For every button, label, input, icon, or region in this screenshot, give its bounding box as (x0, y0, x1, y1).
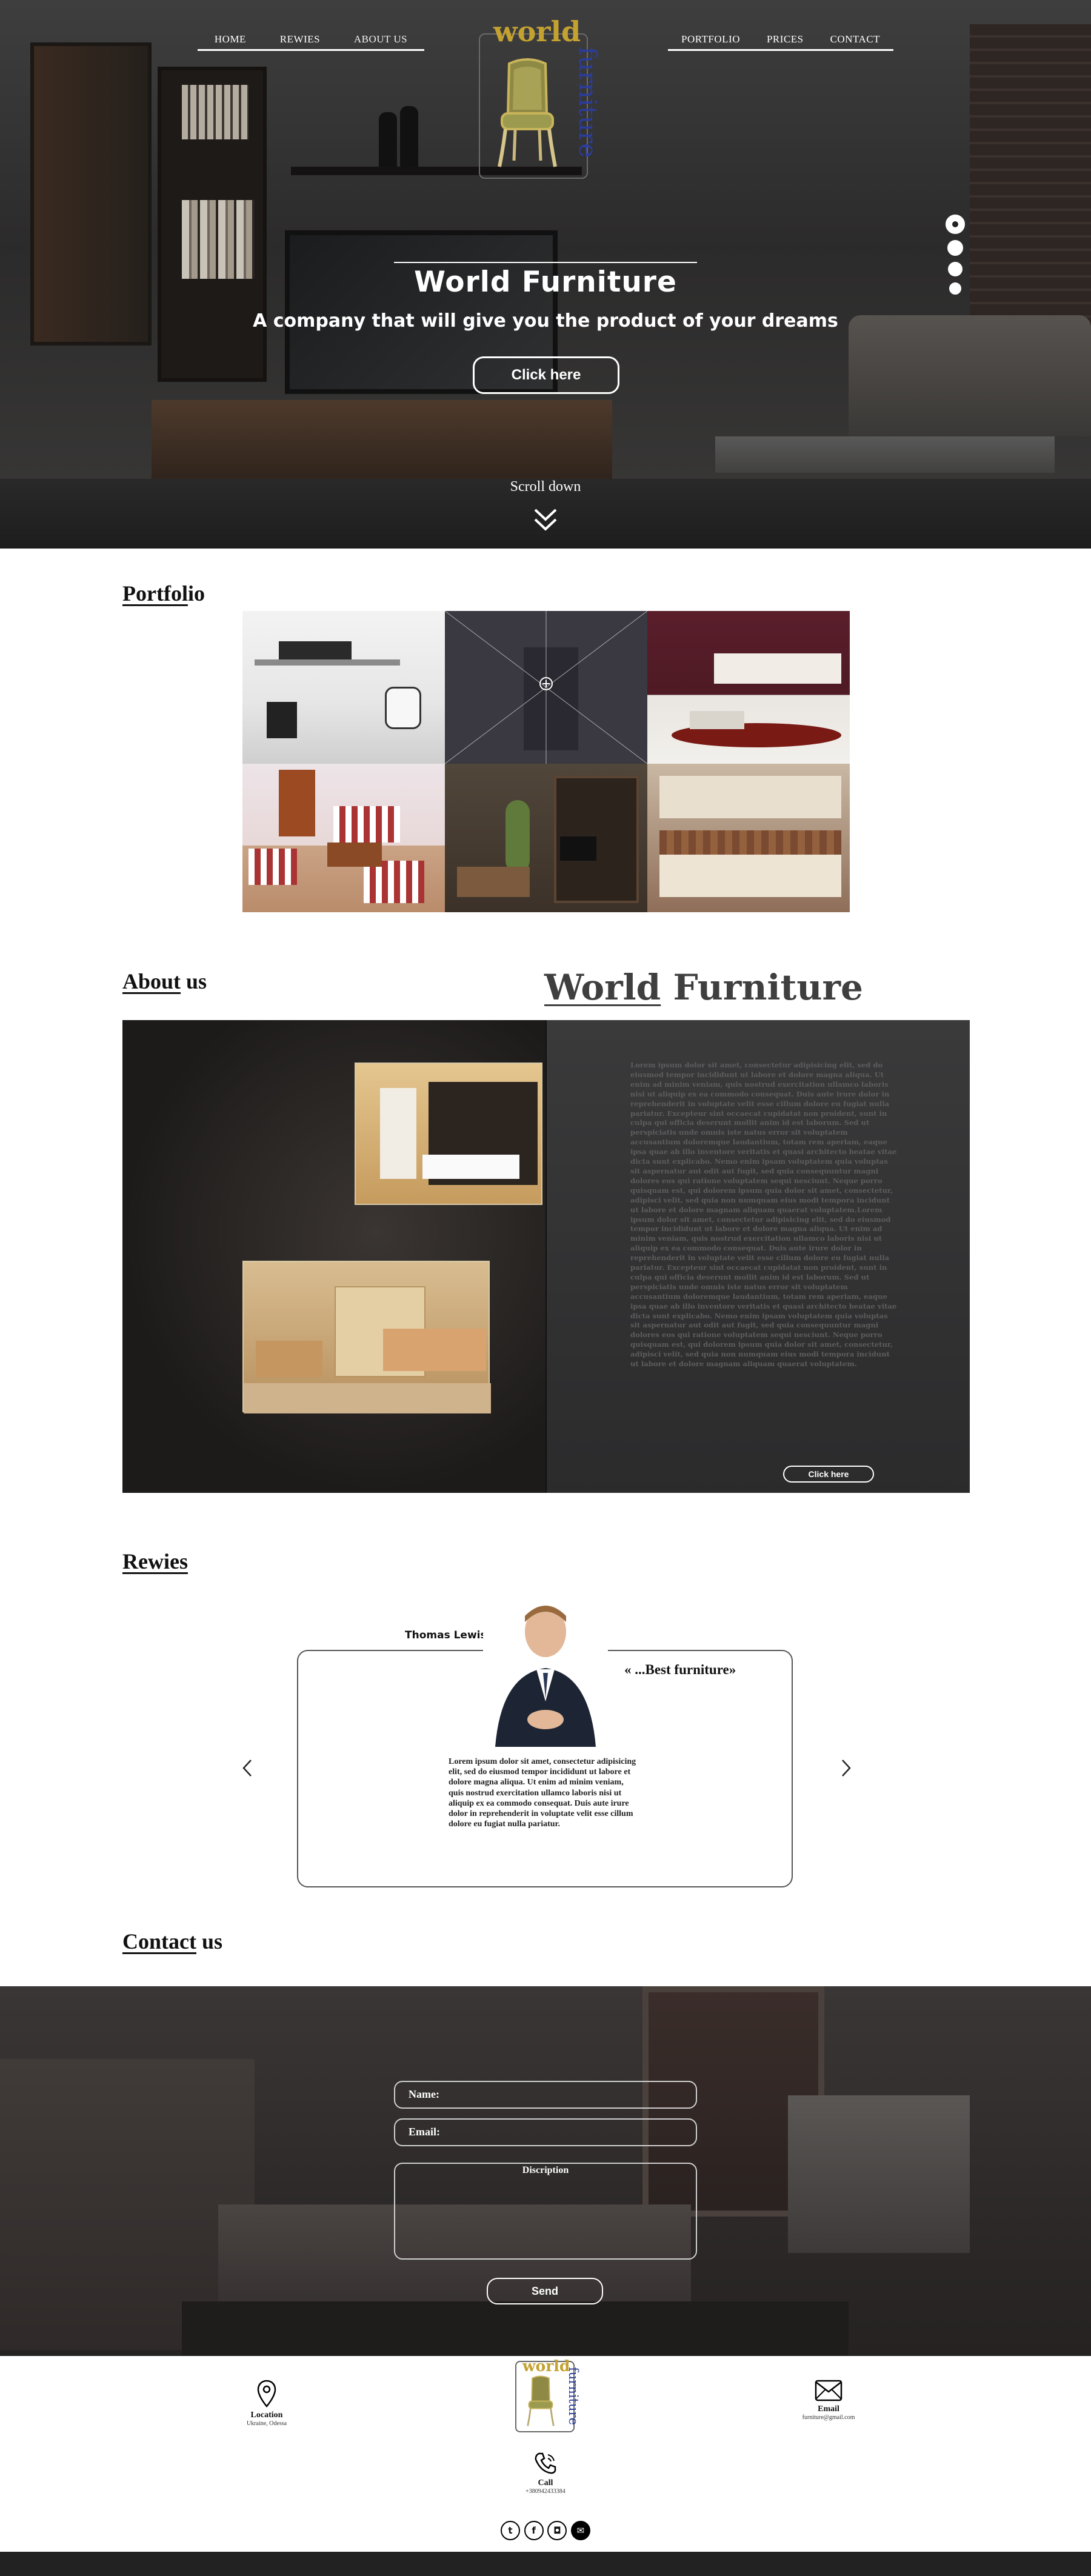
hero-wall-panel (970, 24, 1091, 352)
name-field[interactable]: Name: (394, 2081, 697, 2109)
location-value: Ukraine, Odessa (246, 2420, 287, 2427)
hero-sofa (849, 315, 1091, 436)
call-title: Call (538, 2478, 553, 2488)
footer-logo[interactable]: world furniture (515, 2357, 581, 2432)
nav-about[interactable]: ABOUT US (354, 33, 407, 45)
email-value[interactable]: furniture@gmail.com (785, 2414, 872, 2421)
hero-tv-cabinet (152, 400, 612, 479)
slider-dot-3[interactable] (948, 262, 963, 276)
footer-bottom-bar (0, 2552, 1091, 2576)
logo-word-world: world (493, 15, 581, 48)
hero-glass-table (715, 436, 1055, 473)
portfolio-item-kitchen[interactable] (647, 764, 850, 912)
location-title: Location (250, 2411, 283, 2420)
hero-cta-button[interactable]: Click here (473, 356, 619, 394)
hero-section: HOME REWIES ABOUT US PORTFOLIO PRICES CO… (0, 0, 1091, 549)
nav-home[interactable]: HOME (215, 33, 246, 45)
hero-books (182, 85, 249, 139)
hero-bookcase (30, 42, 152, 345)
footer-email: Email furniture@gmail.com (785, 2380, 872, 2421)
reviewer-avatar (483, 1595, 608, 1750)
slider-dot-4[interactable] (949, 282, 961, 295)
portfolio-item-wall-unit[interactable] (445, 764, 647, 912)
logo[interactable]: world furniture (479, 15, 601, 179)
review-quote: « ...Best furniture» (624, 1662, 736, 1677)
hero-books (182, 200, 255, 279)
slider-dot-2[interactable] (947, 240, 963, 256)
contact-heading: Contact us (122, 1929, 223, 1954)
double-chevron-down-icon[interactable] (532, 506, 559, 534)
portfolio-item-cabinet-overlay[interactable] (445, 611, 647, 764)
email-title: Email (818, 2404, 839, 2414)
footer-call: Call +380942433384 (509, 2451, 582, 2495)
reviewer-name: Thomas Lewis (405, 1629, 487, 1641)
social-links: t f ◘ ✉ (501, 2521, 590, 2543)
hero-divider (394, 262, 697, 263)
hero-title: World Furniture (414, 265, 677, 299)
email-field[interactable]: Email: (394, 2118, 697, 2146)
about-photo-wall-unit (355, 1063, 542, 1205)
location-pin-icon (257, 2380, 276, 2407)
twitter-icon[interactable]: t (501, 2521, 520, 2540)
mail-icon[interactable]: ✉ (570, 2521, 590, 2540)
portfolio-item-dollhouse[interactable] (242, 764, 445, 912)
chair-icon (498, 58, 557, 167)
about-heading: About us (122, 969, 207, 993)
reviews-heading: Rewies (122, 1549, 188, 1573)
chair-icon (527, 2375, 555, 2426)
description-field[interactable]: Discription (394, 2163, 697, 2260)
instagram-icon[interactable]: ◘ (547, 2521, 567, 2540)
hero-vase (400, 106, 418, 170)
facebook-icon[interactable]: f (524, 2521, 544, 2540)
about-brand-title: World Furniture (544, 967, 863, 1008)
portfolio-item-office[interactable] (242, 611, 445, 764)
nav-reviews[interactable]: REWIES (280, 33, 320, 45)
about-photo-bedroom (242, 1261, 491, 1413)
nav-right: PORTFOLIO PRICES CONTACT (668, 29, 893, 51)
envelope-icon (815, 2380, 842, 2401)
portfolio-heading: Portfolio (122, 581, 205, 606)
portfolio-grid (242, 611, 850, 912)
scroll-down-label[interactable]: Scroll down (455, 479, 636, 495)
send-button[interactable]: Send (487, 2278, 603, 2304)
chevron-right-icon[interactable] (836, 1759, 855, 1777)
hero-subtitle: A company that will give you the product… (253, 310, 838, 332)
phone-icon (535, 2452, 556, 2474)
slider-dots (943, 215, 967, 299)
nav-left: HOME REWIES ABOUT US (198, 29, 424, 51)
nav-contact[interactable]: CONTACT (830, 33, 880, 45)
about-description: Lorem ipsum dolor sit amet, consectetur … (630, 1061, 897, 1369)
review-text: Lorem ipsum dolor sit amet, consectetur … (449, 1757, 636, 1829)
about-cta-button[interactable]: Click here (783, 1466, 874, 1483)
zoom-overlay (445, 611, 647, 764)
nav-portfolio[interactable]: PORTFOLIO (681, 33, 740, 45)
hero-vase (379, 112, 397, 170)
footer-location: Location Ukraine, Odessa (230, 2380, 303, 2427)
call-value[interactable]: +380942433384 (509, 2488, 582, 2495)
logo-word-furniture: furniture (573, 47, 601, 158)
nav-prices[interactable]: PRICES (767, 33, 804, 45)
logo-word-furniture: furniture (566, 2367, 581, 2426)
logo-word-world: world (522, 2357, 570, 2375)
slider-dot-1[interactable] (946, 215, 965, 234)
portfolio-item-living-room[interactable] (647, 611, 850, 764)
chevron-left-icon[interactable] (239, 1759, 257, 1777)
